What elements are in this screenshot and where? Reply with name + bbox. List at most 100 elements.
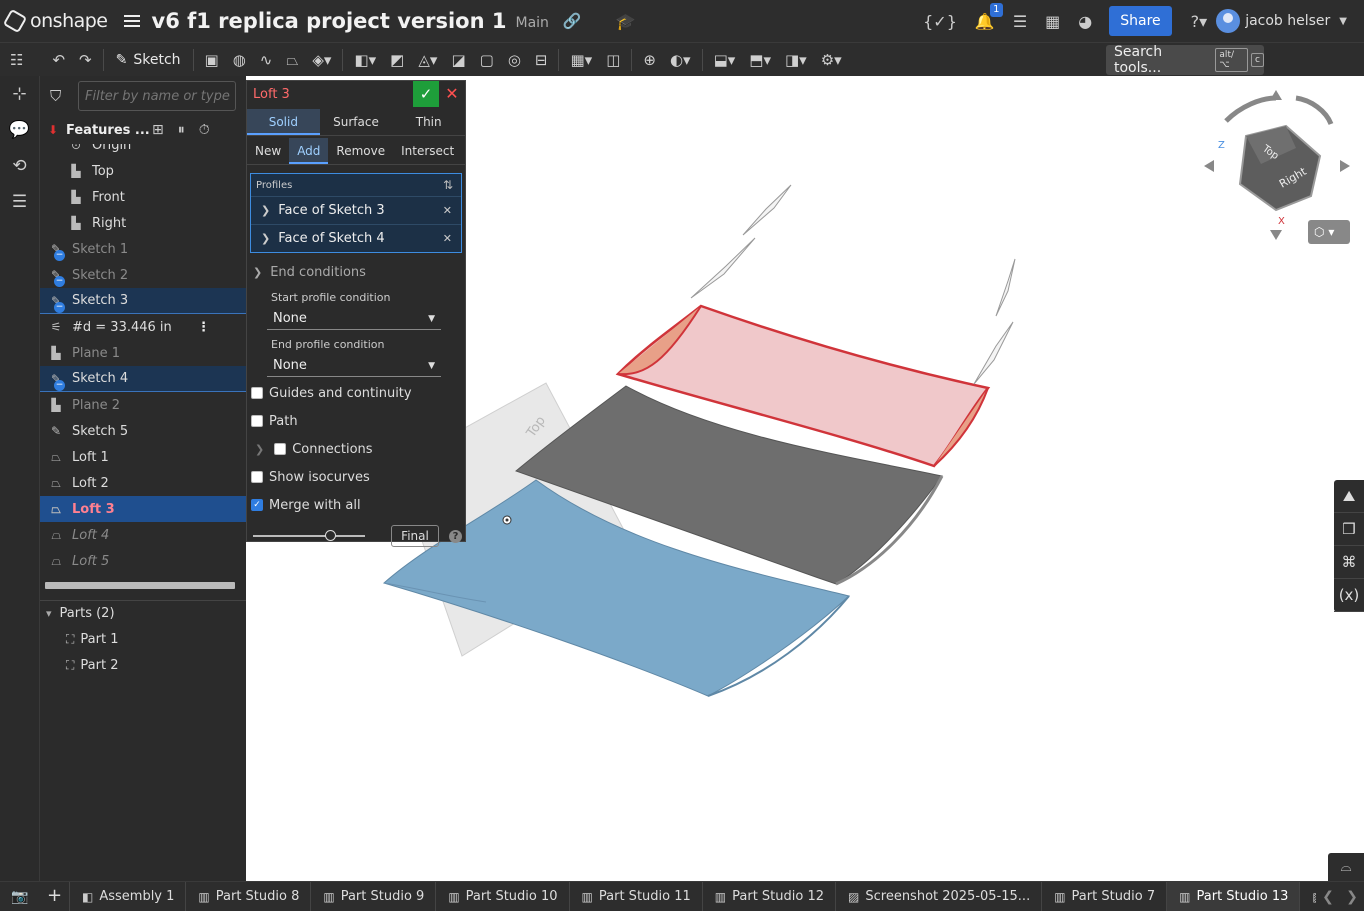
confirm-check-icon[interactable]: ✓ xyxy=(413,81,439,107)
tab-intersect[interactable]: Intersect xyxy=(393,138,462,164)
chevron-left-icon[interactable]: ❮ xyxy=(1322,889,1334,905)
remove-profile-icon[interactable]: ✕ xyxy=(443,204,452,217)
tab-add[interactable]: Add xyxy=(289,138,329,164)
parts-header[interactable]: ▾ Parts (2) xyxy=(40,600,246,626)
filter-icon[interactable]: ⛉ xyxy=(50,87,68,105)
tab-new[interactable]: New xyxy=(247,138,289,164)
rollback-icon[interactable]: ⬇ xyxy=(48,123,66,137)
share-button[interactable]: Share xyxy=(1109,6,1172,36)
properties-icon[interactable]: ☰ xyxy=(0,184,39,220)
chevron-right-icon[interactable]: ❯ xyxy=(261,232,270,245)
tab-part-studio-12[interactable]: ▥ Part Studio 12 xyxy=(703,882,837,911)
history-icon[interactable]: ⟲ xyxy=(0,148,39,184)
part-item-2[interactable]: ⛶ Part 2 xyxy=(40,652,118,678)
end-condition-select[interactable]: None ▼ xyxy=(267,355,441,377)
feature-filter-input[interactable] xyxy=(78,81,236,111)
new-folder-icon[interactable]: ⊞ xyxy=(152,122,164,138)
tab-part-studio-11[interactable]: ▥ Part Studio 11 xyxy=(570,882,703,911)
pattern-icon[interactable]: ▦▾ xyxy=(570,51,592,69)
tree-item-sketch-2[interactable]: ✎ − Sketch 2 xyxy=(40,262,246,288)
tab-screenshot[interactable]: ▨ Screenshot 2025-05-15... xyxy=(836,882,1043,911)
tab-part-studio-10[interactable]: ▥ Part Studio 10 xyxy=(436,882,570,911)
app-store-icon[interactable]: ▦ xyxy=(1045,12,1060,31)
merge-checkbox[interactable]: ✓ xyxy=(251,499,263,511)
guides-checkbox-row[interactable]: Guides and continuity xyxy=(247,379,465,407)
tree-item-origin[interactable]: ⊙ Origin xyxy=(40,144,246,158)
sweep-icon[interactable]: ∿ xyxy=(260,51,273,69)
tree-item-plane-2[interactable]: ▙ Plane 2 xyxy=(40,392,246,418)
tasks-icon[interactable]: ☰ xyxy=(1013,12,1027,31)
tree-item-front[interactable]: ▙ Front xyxy=(40,184,246,210)
merge-checkbox-row[interactable]: ✓ Merge with all xyxy=(247,491,465,519)
boolean-icon[interactable]: ⊕ xyxy=(643,51,656,69)
feature-list-icon[interactable]: ☷ xyxy=(10,51,23,69)
rib-icon[interactable]: ◪ xyxy=(451,51,465,69)
tree-item-top[interactable]: ▙ Top xyxy=(40,158,246,184)
close-icon[interactable]: ✕ xyxy=(439,81,465,107)
tab-remove[interactable]: Remove xyxy=(328,138,393,164)
view-cube[interactable]: Top Right Z X xyxy=(1204,90,1350,240)
tree-item-right[interactable]: ▙ Right xyxy=(40,210,246,236)
render-icon[interactable]: ◕ xyxy=(1078,12,1092,31)
appearance-icon[interactable]: ⛰ xyxy=(1334,480,1364,513)
search-tools-input[interactable]: Search tools... alt/⌥ c xyxy=(1106,44,1264,76)
sketch-outline[interactable] xyxy=(995,258,1016,317)
tree-item-loft-4[interactable]: ⏢ Loft 4 xyxy=(40,522,246,548)
guides-checkbox[interactable] xyxy=(251,387,263,399)
chevron-right-icon[interactable]: ❯ xyxy=(261,204,270,217)
revolve-icon[interactable]: ◍ xyxy=(233,51,246,69)
extrude-icon[interactable]: ▣ xyxy=(205,51,219,69)
chamfer-icon[interactable]: ◩ xyxy=(390,51,404,69)
tree-item-loft-5[interactable]: ⏢ Loft 5 xyxy=(40,548,246,574)
sketch-outline[interactable] xyxy=(742,184,792,236)
variable-studio-icon[interactable]: (x) xyxy=(1334,579,1364,612)
connections-checkbox-row[interactable]: ❯ Connections xyxy=(247,435,465,463)
tree-item-loft-2[interactable]: ⏢ Loft 2 xyxy=(40,470,246,496)
tree-item-sketch-3[interactable]: ✎ − Sketch 3 xyxy=(40,288,246,314)
menu-icon[interactable] xyxy=(123,12,140,30)
end-conditions-header[interactable]: ❯ End conditions xyxy=(247,259,465,285)
tree-item-loft-1[interactable]: ⏢ Loft 1 xyxy=(40,444,246,470)
help-icon[interactable]: ? xyxy=(449,529,462,543)
camera-icon[interactable]: 📷 xyxy=(0,889,40,905)
tab-solid[interactable]: Solid xyxy=(247,109,320,135)
tab-assembly-1[interactable]: ◧ Assembly 1 xyxy=(70,882,187,911)
insert-icon[interactable]: ⊹ xyxy=(0,76,39,112)
redo-icon[interactable]: ↷ xyxy=(79,51,92,69)
connections-checkbox[interactable] xyxy=(274,443,287,455)
tree-item-sketch-4[interactable]: ✎ − Sketch 4 xyxy=(40,366,246,392)
delete-part-icon[interactable]: ⬒▾ xyxy=(749,51,771,69)
view-options-dropdown[interactable]: ⬡ ▾ xyxy=(1308,220,1350,244)
more-options-icon[interactable]: ⋮ xyxy=(197,320,210,335)
fillet-icon[interactable]: ◧▾ xyxy=(354,51,376,69)
cylinder-icon[interactable]: ⊟ xyxy=(535,51,548,69)
notifications-icon[interactable]: 🔔 1 xyxy=(975,2,1003,31)
profiles-selection-box[interactable]: Profiles ⇅ ❯ Face of Sketch 3 ✕ ❯ Face o… xyxy=(250,173,462,253)
mirror-icon[interactable]: ◫ xyxy=(606,51,620,69)
chevron-right-icon[interactable]: ❯ xyxy=(1346,889,1358,905)
profile-item-1[interactable]: ❯ Face of Sketch 3 ✕ xyxy=(251,196,461,224)
settings-gear-icon[interactable]: ⚙▾ xyxy=(821,51,842,69)
loft-icon[interactable]: ⏢ xyxy=(286,51,298,69)
draft-icon[interactable]: ◬▾ xyxy=(418,51,437,69)
user-menu[interactable]: jacob helser ▼ xyxy=(1216,9,1356,33)
sketch-outline[interactable] xyxy=(973,321,1014,385)
featurescript-icon[interactable]: {✓} xyxy=(923,12,957,31)
tree-item-loft-3[interactable]: ⏢ Loft 3 xyxy=(40,496,246,522)
display-states-icon[interactable]: ❒ xyxy=(1334,513,1364,546)
pause-icon[interactable]: ⏸ xyxy=(178,122,185,138)
shell-icon[interactable]: ▢ xyxy=(480,51,494,69)
profile-item-2[interactable]: ❯ Face of Sketch 4 ✕ xyxy=(251,224,461,252)
tab-part-studio-9[interactable]: ▥ Part Studio 9 xyxy=(311,882,437,911)
branch-name[interactable]: Main xyxy=(516,15,549,31)
path-checkbox[interactable] xyxy=(251,415,263,427)
final-button[interactable]: Final xyxy=(391,525,439,547)
preview-slider[interactable] xyxy=(253,530,365,541)
tree-item-sketch-1[interactable]: ✎ − Sketch 1 xyxy=(40,236,246,262)
add-tab-icon[interactable]: + xyxy=(40,882,70,911)
isocurves-checkbox[interactable] xyxy=(251,471,263,483)
link-icon[interactable]: 🔗 xyxy=(563,12,582,30)
features-title[interactable]: Features ... xyxy=(66,123,152,138)
tab-surface[interactable]: Surface xyxy=(320,109,393,135)
document-title[interactable]: v6 f1 replica project version 1 xyxy=(152,9,507,33)
